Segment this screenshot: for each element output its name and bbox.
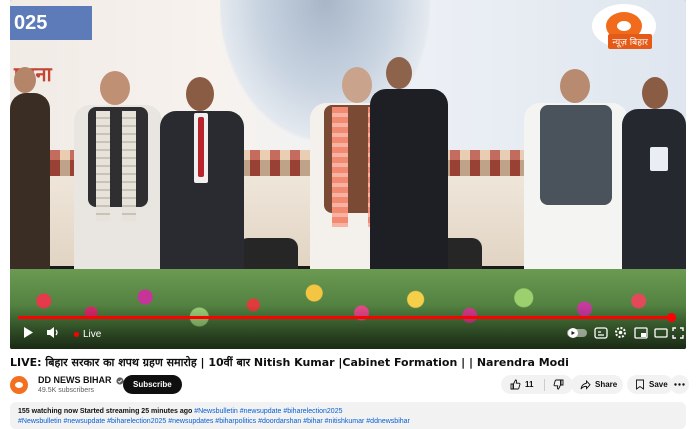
fullscreen-button[interactable] <box>672 327 684 342</box>
like-count: 11 <box>525 380 534 389</box>
live-label: Live <box>83 329 102 340</box>
channel-name[interactable]: DD NEWS BIHAR <box>38 375 112 385</box>
like-button[interactable]: 11 <box>501 379 544 390</box>
person-governor <box>70 71 166 277</box>
video-frame: 025 पटना <box>10 0 686 349</box>
person-chief-minister <box>524 69 628 277</box>
like-dislike-group: 11 <box>501 375 573 394</box>
theater-mode-icon <box>654 328 668 338</box>
miniplayer-icon <box>634 327 648 339</box>
person-left-edge <box>10 67 50 283</box>
person-security <box>370 57 450 277</box>
thumbs-down-icon <box>553 379 564 390</box>
gear-icon <box>615 327 626 338</box>
channel-watermark-text: न्यूज़ बिहार <box>608 34 652 49</box>
share-button[interactable]: Share <box>571 375 623 394</box>
hashtags-line-1[interactable]: #Newsbulletin #newsupdate #biharelection… <box>194 408 342 415</box>
description-box[interactable]: 155 watching now Started streaming 25 mi… <box>10 402 686 429</box>
thumbs-up-icon <box>510 379 521 390</box>
settings-button[interactable] <box>614 326 627 342</box>
autoplay-toggle[interactable] <box>566 327 588 342</box>
volume-icon <box>47 327 58 338</box>
volume-button[interactable] <box>46 326 60 342</box>
progress-bar[interactable] <box>18 316 672 319</box>
person-right-official <box>622 77 686 277</box>
hashtags-line-2[interactable]: #Newsbulletin #newsupdate #biharelection… <box>18 417 678 427</box>
stream-stats: 155 watching now Started streaming 25 mi… <box>18 408 195 415</box>
subscribe-button[interactable]: Subscribe <box>123 375 182 394</box>
live-dot-icon <box>74 332 79 337</box>
save-label: Save <box>649 380 668 389</box>
subscriber-count: 49.5K subscribers <box>38 387 95 394</box>
more-horizontal-icon <box>674 383 685 386</box>
play-icon <box>24 327 33 338</box>
channel-row: DD NEWS BIHAR 49.5K subscribers Subscrib… <box>10 372 689 398</box>
captions-button[interactable] <box>594 327 608 342</box>
video-player[interactable]: 025 पटना <box>10 0 686 349</box>
fullscreen-icon <box>672 327 684 339</box>
channel-name-row[interactable]: DD NEWS BIHAR <box>38 375 124 385</box>
save-button[interactable]: Save <box>627 375 673 394</box>
miniplayer-button[interactable] <box>634 327 648 342</box>
live-indicator[interactable]: Live <box>74 329 101 340</box>
autoplay-toggle-icon <box>567 328 587 338</box>
banner-year: 025 <box>10 6 92 40</box>
bookmark-icon <box>636 379 644 390</box>
play-button[interactable] <box>22 326 34 342</box>
theater-mode-button[interactable] <box>654 327 668 342</box>
dislike-button[interactable] <box>545 379 573 390</box>
more-actions-button[interactable] <box>670 375 689 394</box>
person-official <box>160 77 244 277</box>
captions-icon <box>594 327 608 339</box>
video-title: LIVE: बिहार सरकार का शपथ ग्रहण समारोह | … <box>10 356 569 369</box>
share-label: Share <box>595 380 618 389</box>
share-icon <box>580 379 591 390</box>
description-line-1: 155 watching now Started streaming 25 mi… <box>18 407 678 417</box>
channel-avatar[interactable] <box>10 376 28 394</box>
